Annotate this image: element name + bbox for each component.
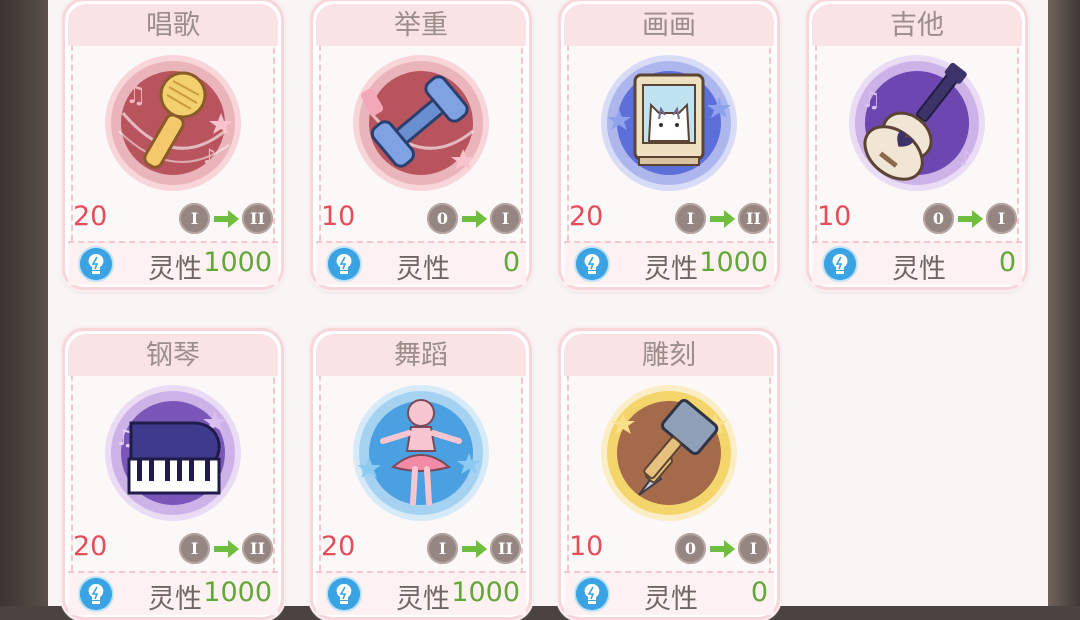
lightbulb-icon: [576, 248, 608, 280]
arrow-right-icon: [958, 209, 983, 228]
background-left-edge: [0, 0, 48, 606]
skill-name: 唱歌: [68, 4, 278, 46]
skill-card-weightlifting[interactable]: 举重 10 0 I 灵性 0: [310, 0, 532, 290]
rank-to-badge: II: [738, 203, 769, 234]
stat-value: 1000: [203, 577, 272, 608]
stat-value: 0: [998, 247, 1016, 278]
svg-text:♪: ♪: [203, 144, 216, 168]
svg-text:♪: ♪: [959, 146, 972, 170]
dumbbell-icon: [353, 55, 489, 191]
rank-to-badge: I: [986, 203, 1017, 234]
ballerina-icon: [353, 385, 489, 521]
hammer-chisel-icon: [601, 385, 737, 521]
stat-row: 灵性 0: [812, 241, 1022, 285]
skill-level: 10: [569, 531, 604, 562]
rank-from-badge: I: [179, 203, 210, 234]
rank-to-badge: II: [242, 203, 273, 234]
skills-panel: 唱歌 ♫ ♪ 20 I II 灵性 1000 举重 10 0 I 灵性 0 画画…: [48, 0, 1048, 620]
lightbulb-icon: [576, 578, 608, 610]
stat-value: 1000: [699, 247, 768, 278]
skill-level: 20: [569, 201, 604, 232]
microphone-icon: ♫ ♪: [105, 55, 241, 191]
skill-name: 吉他: [812, 4, 1022, 46]
rank-change: I II: [179, 203, 273, 234]
lightbulb-icon: [328, 248, 360, 280]
easel-cat-icon: [601, 55, 737, 191]
stat-value: 0: [750, 577, 768, 608]
skill-card-dance[interactable]: 舞蹈 20 I II 灵性 1000: [310, 328, 532, 620]
stat-label: 灵性: [892, 254, 946, 285]
stat-label: 灵性: [396, 584, 450, 615]
stat-row: 灵性 0: [316, 241, 526, 285]
rank-from-badge: I: [675, 203, 706, 234]
background-right-edge: [1048, 0, 1080, 606]
skill-level: 10: [321, 201, 356, 232]
arrow-right-icon: [462, 209, 487, 228]
stat-label: 灵性: [396, 254, 450, 285]
arrow-right-icon: [710, 209, 735, 228]
stat-row: 灵性 1000: [316, 571, 526, 615]
skill-level: 20: [73, 201, 108, 232]
skill-level: 20: [321, 531, 356, 562]
rank-to-badge: I: [738, 533, 769, 564]
svg-text:♫: ♫: [861, 88, 881, 113]
piano-icon: ♫: [105, 385, 241, 521]
rank-change: 0 I: [923, 203, 1017, 234]
lightbulb-icon: [80, 578, 112, 610]
skill-name: 钢琴: [68, 334, 278, 376]
skill-name: 舞蹈: [316, 334, 526, 376]
arrow-right-icon: [710, 539, 735, 558]
rank-change: I II: [427, 533, 521, 564]
lightbulb-icon: [80, 248, 112, 280]
rank-change: 0 I: [675, 533, 769, 564]
stat-label: 灵性: [148, 584, 202, 615]
stat-label: 灵性: [644, 254, 698, 285]
stat-value: 0: [502, 247, 520, 278]
skill-name: 举重: [316, 4, 526, 46]
rank-change: I II: [675, 203, 769, 234]
skill-card-guitar[interactable]: 吉他 ♫ ♪ 10 0 I 灵性 0: [806, 0, 1028, 290]
stat-label: 灵性: [644, 584, 698, 615]
stat-value: 1000: [203, 247, 272, 278]
skill-card-painting[interactable]: 画画 20 I II 灵性 1000: [558, 0, 780, 290]
skill-card-piano[interactable]: 钢琴 ♫ 20 I II 灵性 1000: [62, 328, 284, 620]
rank-from-badge: 0: [923, 203, 954, 234]
stat-row: 灵性 1000: [68, 571, 278, 615]
rank-from-badge: 0: [427, 203, 458, 234]
stat-row: 灵性 0: [564, 571, 774, 615]
rank-from-badge: I: [427, 533, 458, 564]
stat-value: 1000: [451, 577, 520, 608]
lightbulb-icon: [824, 248, 856, 280]
stat-row: 灵性 1000: [564, 241, 774, 285]
rank-change: 0 I: [427, 203, 521, 234]
skill-card-sculpting[interactable]: 雕刻 10 0 I 灵性 0: [558, 328, 780, 620]
rank-to-badge: II: [242, 533, 273, 564]
lightbulb-icon: [328, 578, 360, 610]
rank-to-badge: II: [490, 533, 521, 564]
arrow-right-icon: [214, 539, 239, 558]
guitar-icon: ♫ ♪: [849, 55, 985, 191]
skill-name: 雕刻: [564, 334, 774, 376]
stat-label: 灵性: [148, 254, 202, 285]
rank-from-badge: I: [179, 533, 210, 564]
skill-name: 画画: [564, 4, 774, 46]
arrow-right-icon: [462, 539, 487, 558]
rank-change: I II: [179, 533, 273, 564]
arrow-right-icon: [214, 209, 239, 228]
stat-row: 灵性 1000: [68, 241, 278, 285]
rank-from-badge: 0: [675, 533, 706, 564]
skill-level: 10: [817, 201, 852, 232]
skill-level: 20: [73, 531, 108, 562]
rank-to-badge: I: [490, 203, 521, 234]
svg-text:♫: ♫: [125, 81, 147, 109]
skill-card-singing[interactable]: 唱歌 ♫ ♪ 20 I II 灵性 1000: [62, 0, 284, 290]
